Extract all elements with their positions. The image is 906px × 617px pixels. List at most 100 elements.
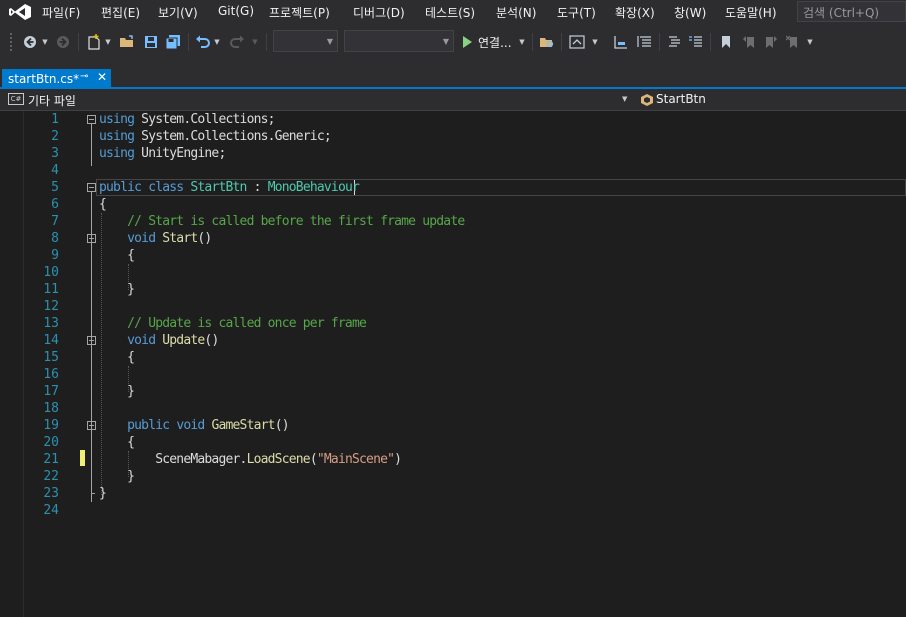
start-debugging-button[interactable]: 연결... (462, 33, 512, 51)
clear-bookmarks-icon[interactable] (785, 33, 801, 51)
type-dropdown[interactable]: StartBtn (636, 90, 906, 109)
menu-analyze[interactable]: 분석(N) (496, 4, 536, 21)
menu-debug[interactable]: 디버그(D) (353, 4, 405, 21)
code-text: void Start() (127, 231, 212, 246)
previous-bookmark-icon[interactable] (741, 33, 757, 51)
toolbar-grip[interactable] (9, 32, 13, 52)
tab-startbtn-cs[interactable]: startBtn.cs* ⊸ ✕ (2, 69, 111, 88)
code-line[interactable]: 21 SceneMabager.LoadScene("MainScene") (0, 451, 906, 468)
redo-icon[interactable] (229, 33, 245, 51)
line-number: 18 (43, 401, 59, 416)
code-line[interactable]: 3 using UnityEngine; (0, 145, 906, 162)
comment-out-icon[interactable] (667, 33, 683, 51)
toolbar-separator (659, 33, 660, 51)
start-debugging-label: 연결... (478, 35, 512, 50)
line-number: 22 (43, 469, 59, 484)
code-line[interactable]: 20 { (0, 434, 906, 451)
pin-icon[interactable]: ⊸ (80, 71, 88, 82)
code-line[interactable]: 24 (0, 502, 906, 519)
line-number: 11 (43, 282, 59, 297)
line-number: 15 (43, 350, 59, 365)
code-text: } (127, 384, 135, 399)
collapse-icon[interactable] (87, 183, 96, 192)
new-project-icon[interactable] (86, 33, 102, 51)
search-input[interactable]: 검색 (Ctrl+Q) (797, 1, 906, 22)
code-line[interactable]: 7 // Start is called before the first fr… (0, 213, 906, 230)
collapse-icon[interactable] (87, 421, 96, 430)
code-line[interactable]: 17 } (0, 383, 906, 400)
collapse-icon[interactable] (87, 336, 96, 345)
back-icon[interactable] (22, 33, 38, 51)
new-dropdown-icon[interactable]: ▼ (104, 33, 112, 51)
code-line[interactable]: 16 (0, 366, 906, 383)
menu-test[interactable]: 테스트(S) (425, 4, 475, 21)
save-all-icon[interactable] (165, 33, 181, 51)
project-dropdown[interactable]: C# 기타 파일 ▼ (2, 90, 632, 109)
run-dropdown-icon[interactable]: ▼ (518, 33, 526, 51)
line-number: 17 (43, 384, 59, 399)
back-dropdown-icon[interactable]: ▼ (41, 33, 49, 51)
code-line[interactable]: 14 void Update() (0, 332, 906, 349)
code-editor[interactable]: 1 using System.Collections; 2 using System.… (0, 111, 906, 617)
class-icon (641, 94, 653, 106)
code-line[interactable]: 8 void Start() (0, 230, 906, 247)
code-text: public class StartBtn : MonoBehaviour (99, 180, 360, 195)
line-number: 12 (43, 299, 59, 314)
undo-icon[interactable] (195, 33, 211, 51)
code-line[interactable]: 5 public class StartBtn : MonoBehaviour (0, 179, 906, 196)
code-line[interactable]: 19 public void GameStart() (0, 417, 906, 434)
code-text: { (127, 435, 135, 450)
menu-window[interactable]: 창(W) (674, 4, 706, 21)
menu-extensions[interactable]: 확장(X) (615, 4, 655, 21)
chevron-down-icon: ▼ (622, 95, 628, 103)
code-text: { (99, 197, 107, 212)
code-line[interactable]: 13 // Update is called once per frame (0, 315, 906, 332)
menu-view[interactable]: 보기(V) (158, 4, 198, 21)
menu-project[interactable]: 프로젝트(P) (269, 4, 330, 21)
save-icon[interactable] (143, 33, 159, 51)
browser-link-icon[interactable] (569, 33, 585, 51)
undo-dropdown-icon[interactable]: ▼ (213, 33, 221, 51)
line-number: 9 (51, 248, 59, 263)
code-line[interactable]: 11 } (0, 281, 906, 298)
code-line[interactable]: 12 (0, 298, 906, 315)
code-text: void Update() (127, 333, 219, 348)
toolbar-separator (188, 33, 189, 51)
code-line[interactable]: 4 (0, 162, 906, 179)
collapse-icon[interactable] (87, 234, 96, 243)
code-line[interactable]: 23} (0, 485, 906, 502)
code-line[interactable]: 6{ (0, 196, 906, 213)
menu-git[interactable]: Git(G) (218, 4, 254, 18)
code-line[interactable]: 10 (0, 264, 906, 281)
code-text: // Update is called once per frame (127, 316, 367, 331)
line-number: 5 (51, 180, 59, 195)
code-line[interactable]: 2 using System.Collections.Generic; (0, 128, 906, 145)
menu-file[interactable]: 파일(F) (42, 4, 80, 21)
menu-edit[interactable]: 편집(E) (101, 4, 140, 21)
menu-help[interactable]: 도움말(H) (725, 4, 777, 21)
forward-icon[interactable] (55, 33, 71, 51)
redo-dropdown-icon[interactable]: ▼ (251, 33, 259, 51)
uncomment-icon[interactable] (688, 33, 704, 51)
close-icon[interactable]: ✕ (97, 70, 107, 84)
solution-configuration-select[interactable]: ▼ (273, 30, 338, 52)
code-line[interactable]: 15 { (0, 349, 906, 366)
toggle-bookmark-icon[interactable] (718, 33, 734, 51)
code-line[interactable]: 18 (0, 400, 906, 417)
bookmarks-list-icon[interactable] (637, 33, 653, 51)
code-line[interactable]: 1 using System.Collections; (0, 111, 906, 128)
show-hierarchy-icon[interactable] (613, 33, 629, 51)
toolbar-overflow-icon[interactable]: ▼ (806, 33, 814, 51)
collapse-icon[interactable] (87, 115, 96, 124)
visual-studio-logo-icon[interactable] (8, 3, 32, 21)
line-number: 20 (43, 435, 59, 450)
next-bookmark-icon[interactable] (763, 33, 779, 51)
code-line[interactable]: 22 } (0, 468, 906, 485)
browser-link-dropdown-icon[interactable]: ▼ (591, 33, 599, 51)
menu-tools[interactable]: 도구(T) (557, 4, 596, 21)
code-text: { (127, 248, 135, 263)
solution-platform-select[interactable]: ▼ (344, 30, 454, 52)
find-in-files-icon[interactable] (539, 33, 555, 51)
open-file-icon[interactable] (119, 33, 135, 51)
code-line[interactable]: 9 { (0, 247, 906, 264)
